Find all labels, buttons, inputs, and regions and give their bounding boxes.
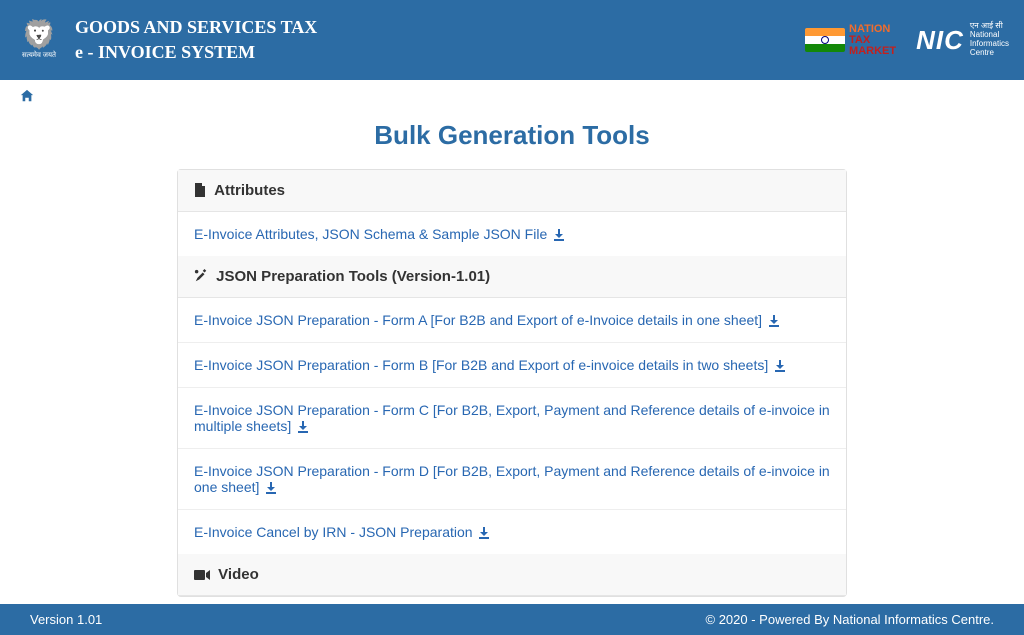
video-header-text: Video — [218, 566, 259, 583]
json-link-text: E-Invoice JSON Preparation - Form A [For… — [194, 312, 762, 328]
site-title-line2: e - INVOICE SYSTEM — [75, 40, 317, 65]
national-emblem: 🦁 सत्यमेव जयते — [15, 10, 63, 70]
json-link-row: E-Invoice Cancel by IRN - JSON Preparati… — [178, 510, 846, 554]
home-link[interactable] — [20, 88, 34, 104]
json-link-row: E-Invoice JSON Preparation - Form B [For… — [178, 343, 846, 388]
attributes-link-text: E-Invoice Attributes, JSON Schema & Samp… — [194, 226, 547, 242]
main-content: Bulk Generation Tools Attributes E-Invoi… — [0, 120, 1024, 617]
json-form-c-link[interactable]: E-Invoice JSON Preparation - Form C [For… — [194, 402, 830, 434]
attributes-body: E-Invoice Attributes, JSON Schema & Samp… — [178, 212, 846, 256]
download-icon — [265, 479, 277, 495]
india-flag-icon — [805, 28, 845, 52]
attributes-section-header: Attributes — [178, 170, 846, 212]
header-left: 🦁 सत्यमेव जयते GOODS AND SERVICES TAX e … — [15, 10, 317, 70]
attributes-link-row: E-Invoice Attributes, JSON Schema & Samp… — [178, 212, 846, 256]
download-icon — [768, 312, 780, 328]
one-nation-text: NATION TAX MARKET — [849, 24, 896, 57]
json-link-text: E-Invoice JSON Preparation - Form B [For… — [194, 357, 768, 373]
json-link-text: E-Invoice Cancel by IRN - JSON Preparati… — [194, 524, 473, 540]
site-footer: Version 1.01 © 2020 - Powered By Nationa… — [0, 604, 1024, 635]
json-link-row: E-Invoice JSON Preparation - Form A [For… — [178, 298, 846, 343]
site-title: GOODS AND SERVICES TAX e - INVOICE SYSTE… — [75, 15, 317, 65]
json-section-header: JSON Preparation Tools (Version-1.01) — [178, 256, 846, 298]
json-form-d-link[interactable]: E-Invoice JSON Preparation - Form D [For… — [194, 463, 830, 495]
json-link-row: E-Invoice JSON Preparation - Form D [For… — [178, 449, 846, 510]
json-form-b-link[interactable]: E-Invoice JSON Preparation - Form B [For… — [194, 357, 786, 373]
emblem-motto: सत्यमेव जयते — [22, 51, 56, 60]
json-header-text: JSON Preparation Tools (Version-1.01) — [216, 268, 490, 285]
json-link-text: E-Invoice JSON Preparation - Form C [For… — [194, 402, 830, 434]
attributes-header-text: Attributes — [214, 182, 285, 199]
download-icon — [297, 418, 309, 434]
site-title-line1: GOODS AND SERVICES TAX — [75, 15, 317, 40]
json-form-a-link[interactable]: E-Invoice JSON Preparation - Form A [For… — [194, 312, 780, 328]
footer-copyright: © 2020 - Powered By National Informatics… — [706, 612, 995, 627]
download-icon — [478, 524, 490, 540]
tools-panel: Attributes E-Invoice Attributes, JSON Sc… — [177, 169, 847, 597]
attributes-download-link[interactable]: E-Invoice Attributes, JSON Schema & Samp… — [194, 226, 565, 242]
site-header: 🦁 सत्यमेव जयते GOODS AND SERVICES TAX e … — [0, 0, 1024, 80]
header-right: NATION TAX MARKET NIC एन आई सी National … — [805, 22, 1009, 57]
json-link-text: E-Invoice JSON Preparation - Form D [For… — [194, 463, 830, 495]
video-icon — [194, 566, 214, 583]
json-link-row: E-Invoice JSON Preparation - Form C [For… — [178, 388, 846, 449]
one-nation-logo: NATION TAX MARKET — [805, 24, 896, 57]
page-title: Bulk Generation Tools — [20, 120, 1004, 151]
emblem-icon: 🦁 — [22, 21, 57, 49]
footer-version: Version 1.01 — [30, 612, 102, 627]
file-icon — [194, 182, 210, 199]
tools-icon — [194, 268, 212, 285]
nic-logo: NIC एन आई सी National Informatics Centre — [916, 22, 1009, 57]
download-icon — [774, 357, 786, 373]
home-icon — [20, 89, 34, 103]
nic-full: एन आई सी National Informatics Centre — [970, 22, 1009, 57]
nic-abbr: NIC — [916, 25, 964, 56]
json-cancel-irn-link[interactable]: E-Invoice Cancel by IRN - JSON Preparati… — [194, 524, 490, 540]
json-body: E-Invoice JSON Preparation - Form A [For… — [178, 298, 846, 554]
breadcrumb-bar — [0, 80, 1024, 112]
download-icon — [553, 226, 565, 242]
video-section-header: Video — [178, 554, 846, 596]
